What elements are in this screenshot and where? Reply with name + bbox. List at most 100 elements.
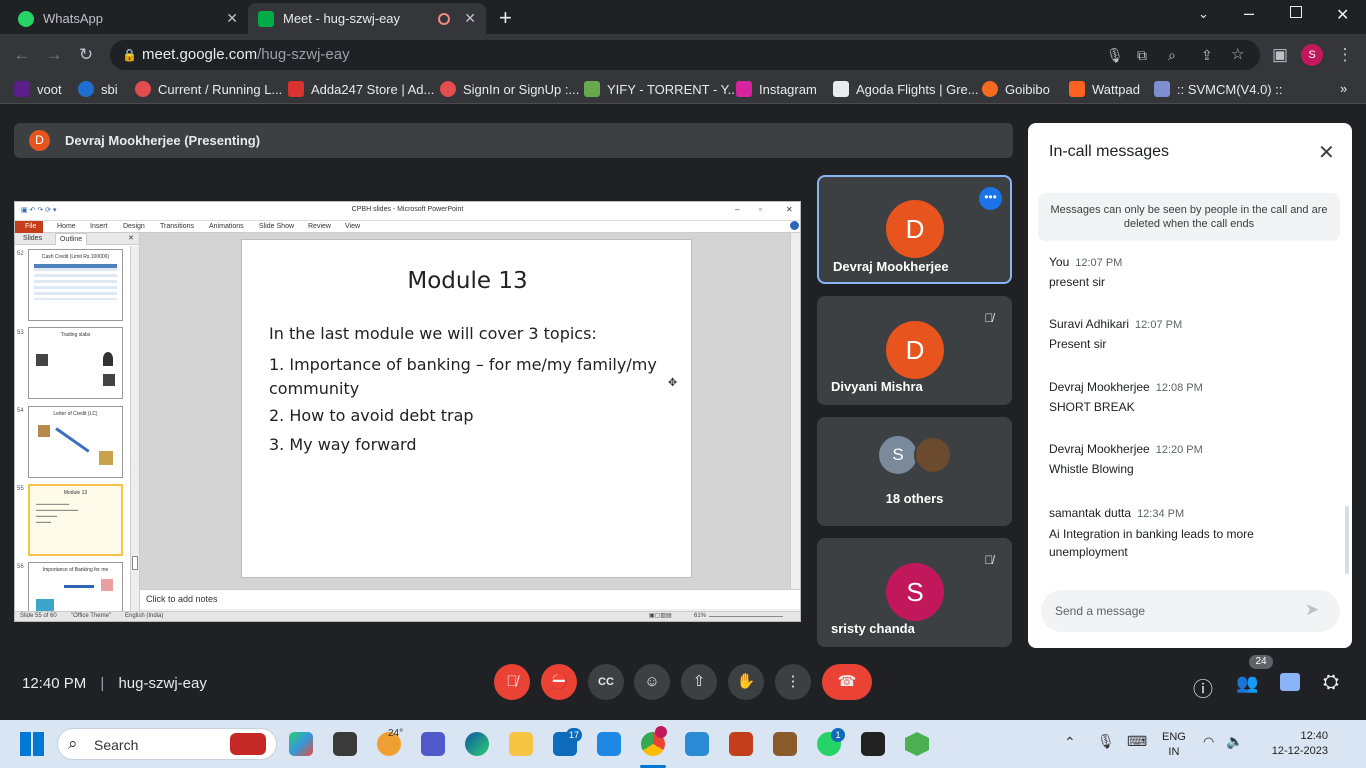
raise-hand-button[interactable]: ✋ (728, 664, 764, 700)
vscode-icon[interactable] (685, 732, 709, 756)
ribbon-tab-design[interactable]: Design (123, 223, 145, 230)
ppt-restore-icon[interactable]: ▫ (759, 205, 762, 214)
chat-scrollbar[interactable] (1345, 506, 1349, 574)
participant-tile-divyani[interactable]: D 🎙̸ Divyani Mishra (817, 296, 1012, 405)
slide-scrollbar[interactable] (790, 233, 800, 589)
activities-icon[interactable]: ⛭ (1323, 671, 1339, 694)
mic-toggle-button[interactable]: 🎙̸ (494, 664, 530, 700)
present-button[interactable]: ⇧ (681, 664, 717, 700)
bookmark-agoda[interactable]: Agoda Flights | Gre... (833, 81, 979, 97)
close-tab-icon[interactable]: ✕ (226, 10, 238, 27)
ribbon-tab-animations[interactable]: Animations (209, 223, 244, 230)
volume-icon[interactable]: 🔈 (1226, 733, 1243, 750)
participant-tile-devraj[interactable]: D ••• Devraj Mookherjee (817, 175, 1012, 284)
leave-call-button[interactable]: ☎ (822, 664, 872, 700)
current-slide[interactable]: Module 13 In the last module we will cov… (241, 239, 692, 578)
close-pane-icon[interactable]: ✕ (128, 234, 134, 242)
teams-icon[interactable] (421, 732, 445, 756)
chrome-menu-icon[interactable]: ⋮ (1333, 43, 1357, 67)
more-options-button[interactable]: ⋮ (775, 664, 811, 700)
camera-toggle-button[interactable]: ⛔ (541, 664, 577, 700)
bookmark-svmcm[interactable]: :: SVMCM(V4.0) :: (1154, 81, 1282, 97)
terminal-icon[interactable] (861, 732, 885, 756)
more-bookmarks-icon[interactable]: » (1340, 81, 1347, 96)
ribbon-tab-review[interactable]: Review (308, 223, 331, 230)
meeting-details-icon[interactable]: ⓘ (1193, 673, 1213, 702)
view-buttons-icon[interactable]: ▣▢▥▤ (649, 612, 672, 619)
participant-tile-sristy[interactable]: S 🎙̸ sristy chanda (817, 538, 1012, 647)
notification-icon[interactable] (1340, 730, 1352, 750)
thumb-scrollbar[interactable] (130, 246, 139, 611)
chat-input[interactable]: Send a message ➤ (1041, 590, 1340, 632)
close-window-button[interactable]: ✕ (1336, 5, 1349, 25)
address-bar[interactable]: 🔒 meet.google.com/hug-szwj-eay 🎙 ⧉ ⌕ ⇪ ☆ (110, 40, 1260, 70)
copilot-icon[interactable] (289, 732, 313, 756)
edge-icon[interactable] (465, 732, 489, 756)
people-icon[interactable]: 👥 (1236, 673, 1258, 694)
show-hidden-icons[interactable]: ⌃ (1064, 734, 1076, 751)
nodejs-icon[interactable] (905, 732, 929, 756)
powerpoint-icon[interactable] (729, 732, 753, 756)
share-icon[interactable]: ⇪ (1201, 40, 1213, 70)
close-tab-icon[interactable]: ✕ (464, 10, 476, 27)
chat-icon[interactable] (1280, 673, 1300, 691)
help-icon[interactable] (790, 221, 799, 230)
bookmark-sbi[interactable]: sbi (78, 81, 118, 97)
bookmark-star-icon[interactable]: ☆ (1231, 40, 1244, 70)
captions-button[interactable]: CC (588, 664, 624, 700)
reactions-button[interactable]: ☺ (634, 664, 670, 700)
side-panel-icon[interactable]: ▣ (1268, 43, 1292, 67)
pane-tab-slides[interactable]: Slides (23, 235, 42, 242)
ribbon-tab-insert[interactable]: Insert (90, 223, 108, 230)
tab-meet[interactable]: Meet - hug-szwj-eay ✕ (248, 3, 486, 34)
taskbar-search[interactable]: ⌕ Search (57, 728, 277, 760)
zoom-icon[interactable]: ⌕ (1168, 40, 1176, 70)
bookmark-signin[interactable]: SignIn or SignUp :... (440, 81, 579, 97)
ribbon-tab-transitions[interactable]: Transitions (160, 223, 194, 230)
tab-search-icon[interactable]: ⌄ (1198, 6, 1209, 22)
close-chat-icon[interactable]: ✕ (1318, 140, 1335, 165)
wifi-icon[interactable]: ◠ (1203, 734, 1214, 750)
ppt-minimize-icon[interactable]: – (735, 205, 739, 214)
zoom-slider[interactable] (709, 616, 783, 617)
ribbon-tab-slideshow[interactable]: Slide Show (259, 223, 294, 230)
forward-button[interactable]: → (42, 43, 66, 67)
slide-thumbnail-55[interactable]: Module 13 ━━━━━━━━━━━ ━━━━━━━━━━━━━━ ━━━━━… (28, 484, 123, 556)
remote-desktop-icon[interactable] (597, 732, 621, 756)
tray-microphone-icon[interactable]: 🎙 (1097, 733, 1115, 750)
bookmark-instagram[interactable]: Instagram (736, 81, 817, 97)
bookmark-yify[interactable]: YIFY - TORRENT - Y... (584, 81, 739, 97)
slide-thumbnail-54[interactable]: Letter of Credit (LC) (28, 406, 123, 478)
ppt-close-icon[interactable]: ✕ (786, 205, 793, 214)
tray-keyboard-icon[interactable]: ⌨ (1127, 733, 1147, 750)
tab-whatsapp[interactable]: WhatsApp ✕ (8, 3, 248, 34)
restore-button[interactable] (1290, 6, 1302, 18)
slide-thumbnail-52[interactable]: Cash Credit (Limit Rs.100000) (28, 249, 123, 321)
slide-thumbnail-56[interactable]: Importance of Banking for me (28, 562, 123, 611)
windows-start-icon[interactable] (20, 732, 44, 756)
participant-tile-others[interactable]: S 18 others (817, 417, 1012, 526)
open-in-app-icon[interactable]: ⧉ (1137, 40, 1147, 70)
language-indicator[interactable]: ENG IN (1162, 730, 1186, 760)
minimize-button[interactable]: – (1244, 3, 1254, 24)
bookmark-current-running[interactable]: Current / Running L... (135, 81, 282, 97)
ribbon-tab-home[interactable]: Home (57, 223, 76, 230)
reload-button[interactable]: ↻ (74, 43, 98, 67)
file-explorer-icon[interactable] (509, 732, 533, 756)
back-button[interactable]: ← (10, 43, 34, 67)
new-tab-button[interactable]: + (499, 5, 512, 31)
profile-avatar[interactable]: S (1301, 44, 1323, 66)
bookmark-adda247[interactable]: Adda247 Store | Ad... (288, 81, 434, 97)
notes-pane[interactable]: Click to add notes (140, 589, 800, 609)
bookmark-wattpad[interactable]: Wattpad (1069, 81, 1140, 97)
taskbar-clock[interactable]: 12:40 12-12-2023 (1256, 729, 1328, 759)
ribbon-tab-file[interactable]: File (15, 221, 43, 233)
task-view-icon[interactable] (333, 732, 357, 756)
send-icon[interactable]: ➤ (1305, 600, 1319, 620)
pane-tab-outline[interactable]: Outline (55, 233, 88, 245)
bookmark-voot[interactable]: voot (14, 81, 62, 97)
app-icon[interactable] (773, 732, 797, 756)
ribbon-tab-view[interactable]: View (345, 223, 360, 230)
microphone-icon[interactable]: 🎙 (1106, 40, 1124, 70)
bookmark-goibibo[interactable]: Goibibo (982, 81, 1050, 97)
